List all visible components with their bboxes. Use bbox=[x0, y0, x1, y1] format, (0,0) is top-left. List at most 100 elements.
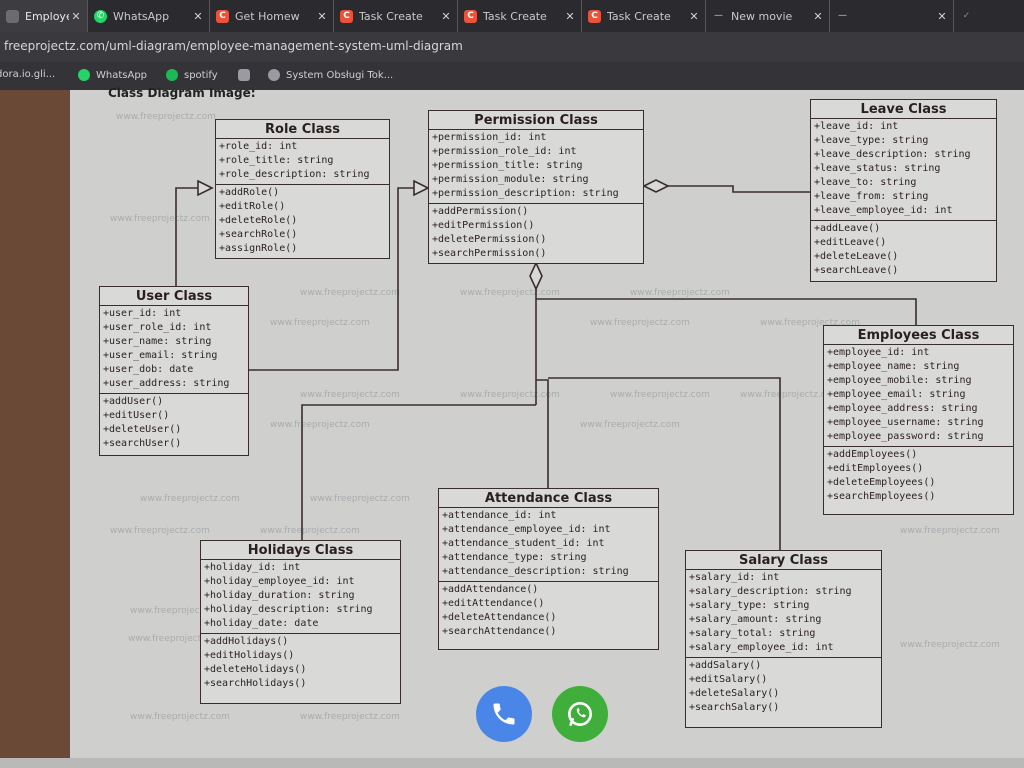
class-operations: +addRole() +editRole() +deleteRole() +se… bbox=[216, 185, 389, 258]
class-attributes: +leave_id: int +leave_type: string +leav… bbox=[811, 119, 996, 221]
attribute: +permission_title: string bbox=[432, 160, 583, 171]
class-attributes: +role_id: int +role_title: string +role_… bbox=[216, 139, 389, 185]
operation: +deleteSalary() bbox=[689, 688, 780, 699]
attribute: +permission_role_id: int bbox=[432, 146, 577, 157]
operation: +assignRole() bbox=[219, 243, 298, 254]
attribute: +attendance_description: string bbox=[442, 566, 629, 577]
attribute: +attendance_type: string bbox=[442, 552, 587, 563]
operation: +addAttendance() bbox=[442, 584, 539, 595]
attribute: +role_title: string bbox=[219, 155, 334, 166]
operation: +editHolidays() bbox=[204, 650, 295, 661]
employees-class: Employees Class +employee_id: int +emplo… bbox=[823, 325, 1014, 515]
attribute: +employee_address: string bbox=[827, 403, 978, 414]
whatsapp-icon bbox=[568, 702, 592, 726]
attribute: +employee_email: string bbox=[827, 389, 966, 400]
class-attributes: +holiday_id: int +holiday_employee_id: i… bbox=[201, 560, 400, 634]
attribute: +holiday_description: string bbox=[204, 604, 373, 615]
operation: +editRole() bbox=[219, 201, 286, 212]
operation: +deleteHolidays() bbox=[204, 664, 307, 675]
attribute: +salary_id: int bbox=[689, 572, 780, 583]
operation: +searchEmployees() bbox=[827, 491, 936, 502]
operation: +deletePermission() bbox=[432, 234, 547, 245]
attribute: +user_role_id: int bbox=[103, 322, 212, 333]
phone-call-button[interactable] bbox=[476, 686, 532, 742]
attribute: +salary_description: string bbox=[689, 586, 852, 597]
attribute: +role_description: string bbox=[219, 169, 370, 180]
class-title: User Class bbox=[100, 287, 248, 306]
attribute: +permission_description: string bbox=[432, 188, 619, 199]
attribute: +leave_status: string bbox=[814, 163, 941, 174]
operation: +addLeave() bbox=[814, 223, 881, 234]
attribute: +attendance_employee_id: int bbox=[442, 524, 611, 535]
diamond-icon bbox=[529, 261, 543, 291]
operation: +deleteAttendance() bbox=[442, 612, 557, 623]
diamond-icon bbox=[642, 179, 670, 193]
attribute: +user_name: string bbox=[103, 336, 212, 347]
attribute: +salary_total: string bbox=[689, 628, 816, 639]
attribute: +leave_to: string bbox=[814, 177, 917, 188]
class-title: Role Class bbox=[216, 120, 389, 139]
user-class: User Class +user_id: int +user_role_id: … bbox=[99, 286, 249, 456]
class-title: Employees Class bbox=[824, 326, 1013, 345]
permission-attendance-link bbox=[536, 379, 549, 488]
operation: +searchUser() bbox=[103, 438, 182, 449]
permission-employees-link bbox=[536, 298, 917, 325]
operation: +editUser() bbox=[103, 410, 170, 421]
operation: +editPermission() bbox=[432, 220, 535, 231]
role-class: Role Class +role_id: int +role_title: st… bbox=[215, 119, 390, 259]
class-title: Salary Class bbox=[686, 551, 881, 570]
operation: +searchHolidays() bbox=[204, 678, 307, 689]
operation: +searchAttendance() bbox=[442, 626, 557, 637]
operation: +searchSalary() bbox=[689, 702, 780, 713]
attribute: +salary_employee_id: int bbox=[689, 642, 834, 653]
attribute: +holiday_duration: string bbox=[204, 590, 355, 601]
operation: +addHolidays() bbox=[204, 636, 289, 647]
attribute: +leave_type: string bbox=[814, 135, 929, 146]
class-operations: +addEmployees() +editEmployees() +delete… bbox=[824, 447, 1013, 506]
class-title: Holidays Class bbox=[201, 541, 400, 560]
class-operations: +addHolidays() +editHolidays() +deleteHo… bbox=[201, 634, 400, 693]
attribute: +salary_amount: string bbox=[689, 614, 822, 625]
class-attributes: +salary_id: int +salary_description: str… bbox=[686, 570, 881, 658]
permission-leave-link bbox=[668, 185, 810, 193]
class-attributes: +user_id: int +user_role_id: int +user_n… bbox=[100, 306, 248, 394]
attribute: +employee_name: string bbox=[827, 361, 960, 372]
attribute: +leave_description: string bbox=[814, 149, 971, 160]
attribute: +leave_from: string bbox=[814, 191, 929, 202]
permission-class: Permission Class +permission_id: int +pe… bbox=[428, 110, 644, 264]
operation: +addUser() bbox=[103, 396, 164, 407]
operation: +deleteEmployees() bbox=[827, 477, 936, 488]
operation: +editEmployees() bbox=[827, 463, 924, 474]
operation: +searchPermission() bbox=[432, 248, 547, 259]
attribute: +leave_employee_id: int bbox=[814, 205, 953, 216]
attribute: +attendance_student_id: int bbox=[442, 538, 605, 549]
class-title: Permission Class bbox=[429, 111, 643, 130]
class-attributes: +employee_id: int +employee_name: string… bbox=[824, 345, 1013, 447]
hollow-arrow-icon bbox=[197, 179, 214, 197]
operation: +addSalary() bbox=[689, 660, 762, 671]
attendance-class: Attendance Class +attendance_id: int +at… bbox=[438, 488, 659, 650]
attribute: +holiday_employee_id: int bbox=[204, 576, 355, 587]
taskbar-edge bbox=[0, 758, 1024, 768]
operation: +searchRole() bbox=[219, 229, 298, 240]
operation: +editSalary() bbox=[689, 674, 768, 685]
attribute: +permission_module: string bbox=[432, 174, 589, 185]
attribute: +user_address: string bbox=[103, 378, 230, 389]
operation: +addEmployees() bbox=[827, 449, 918, 460]
attribute: +user_email: string bbox=[103, 350, 218, 361]
attribute: +attendance_id: int bbox=[442, 510, 557, 521]
class-operations: +addUser() +editUser() +deleteUser() +se… bbox=[100, 394, 248, 453]
attribute: +employee_id: int bbox=[827, 347, 930, 358]
operation: +deleteRole() bbox=[219, 215, 298, 226]
attribute: +holiday_date: date bbox=[204, 618, 319, 629]
holidays-class: Holidays Class +holiday_id: int +holiday… bbox=[200, 540, 401, 704]
attribute: +holiday_id: int bbox=[204, 562, 301, 573]
attribute: +employee_mobile: string bbox=[827, 375, 972, 386]
leave-class: Leave Class +leave_id: int +leave_type: … bbox=[810, 99, 997, 282]
attribute: +employee_password: string bbox=[827, 431, 984, 442]
whatsapp-chat-button[interactable] bbox=[552, 686, 608, 742]
attribute: +leave_id: int bbox=[814, 121, 899, 132]
attribute: +salary_type: string bbox=[689, 600, 810, 611]
hollow-arrow-icon bbox=[413, 179, 430, 197]
phone-icon bbox=[493, 703, 515, 725]
